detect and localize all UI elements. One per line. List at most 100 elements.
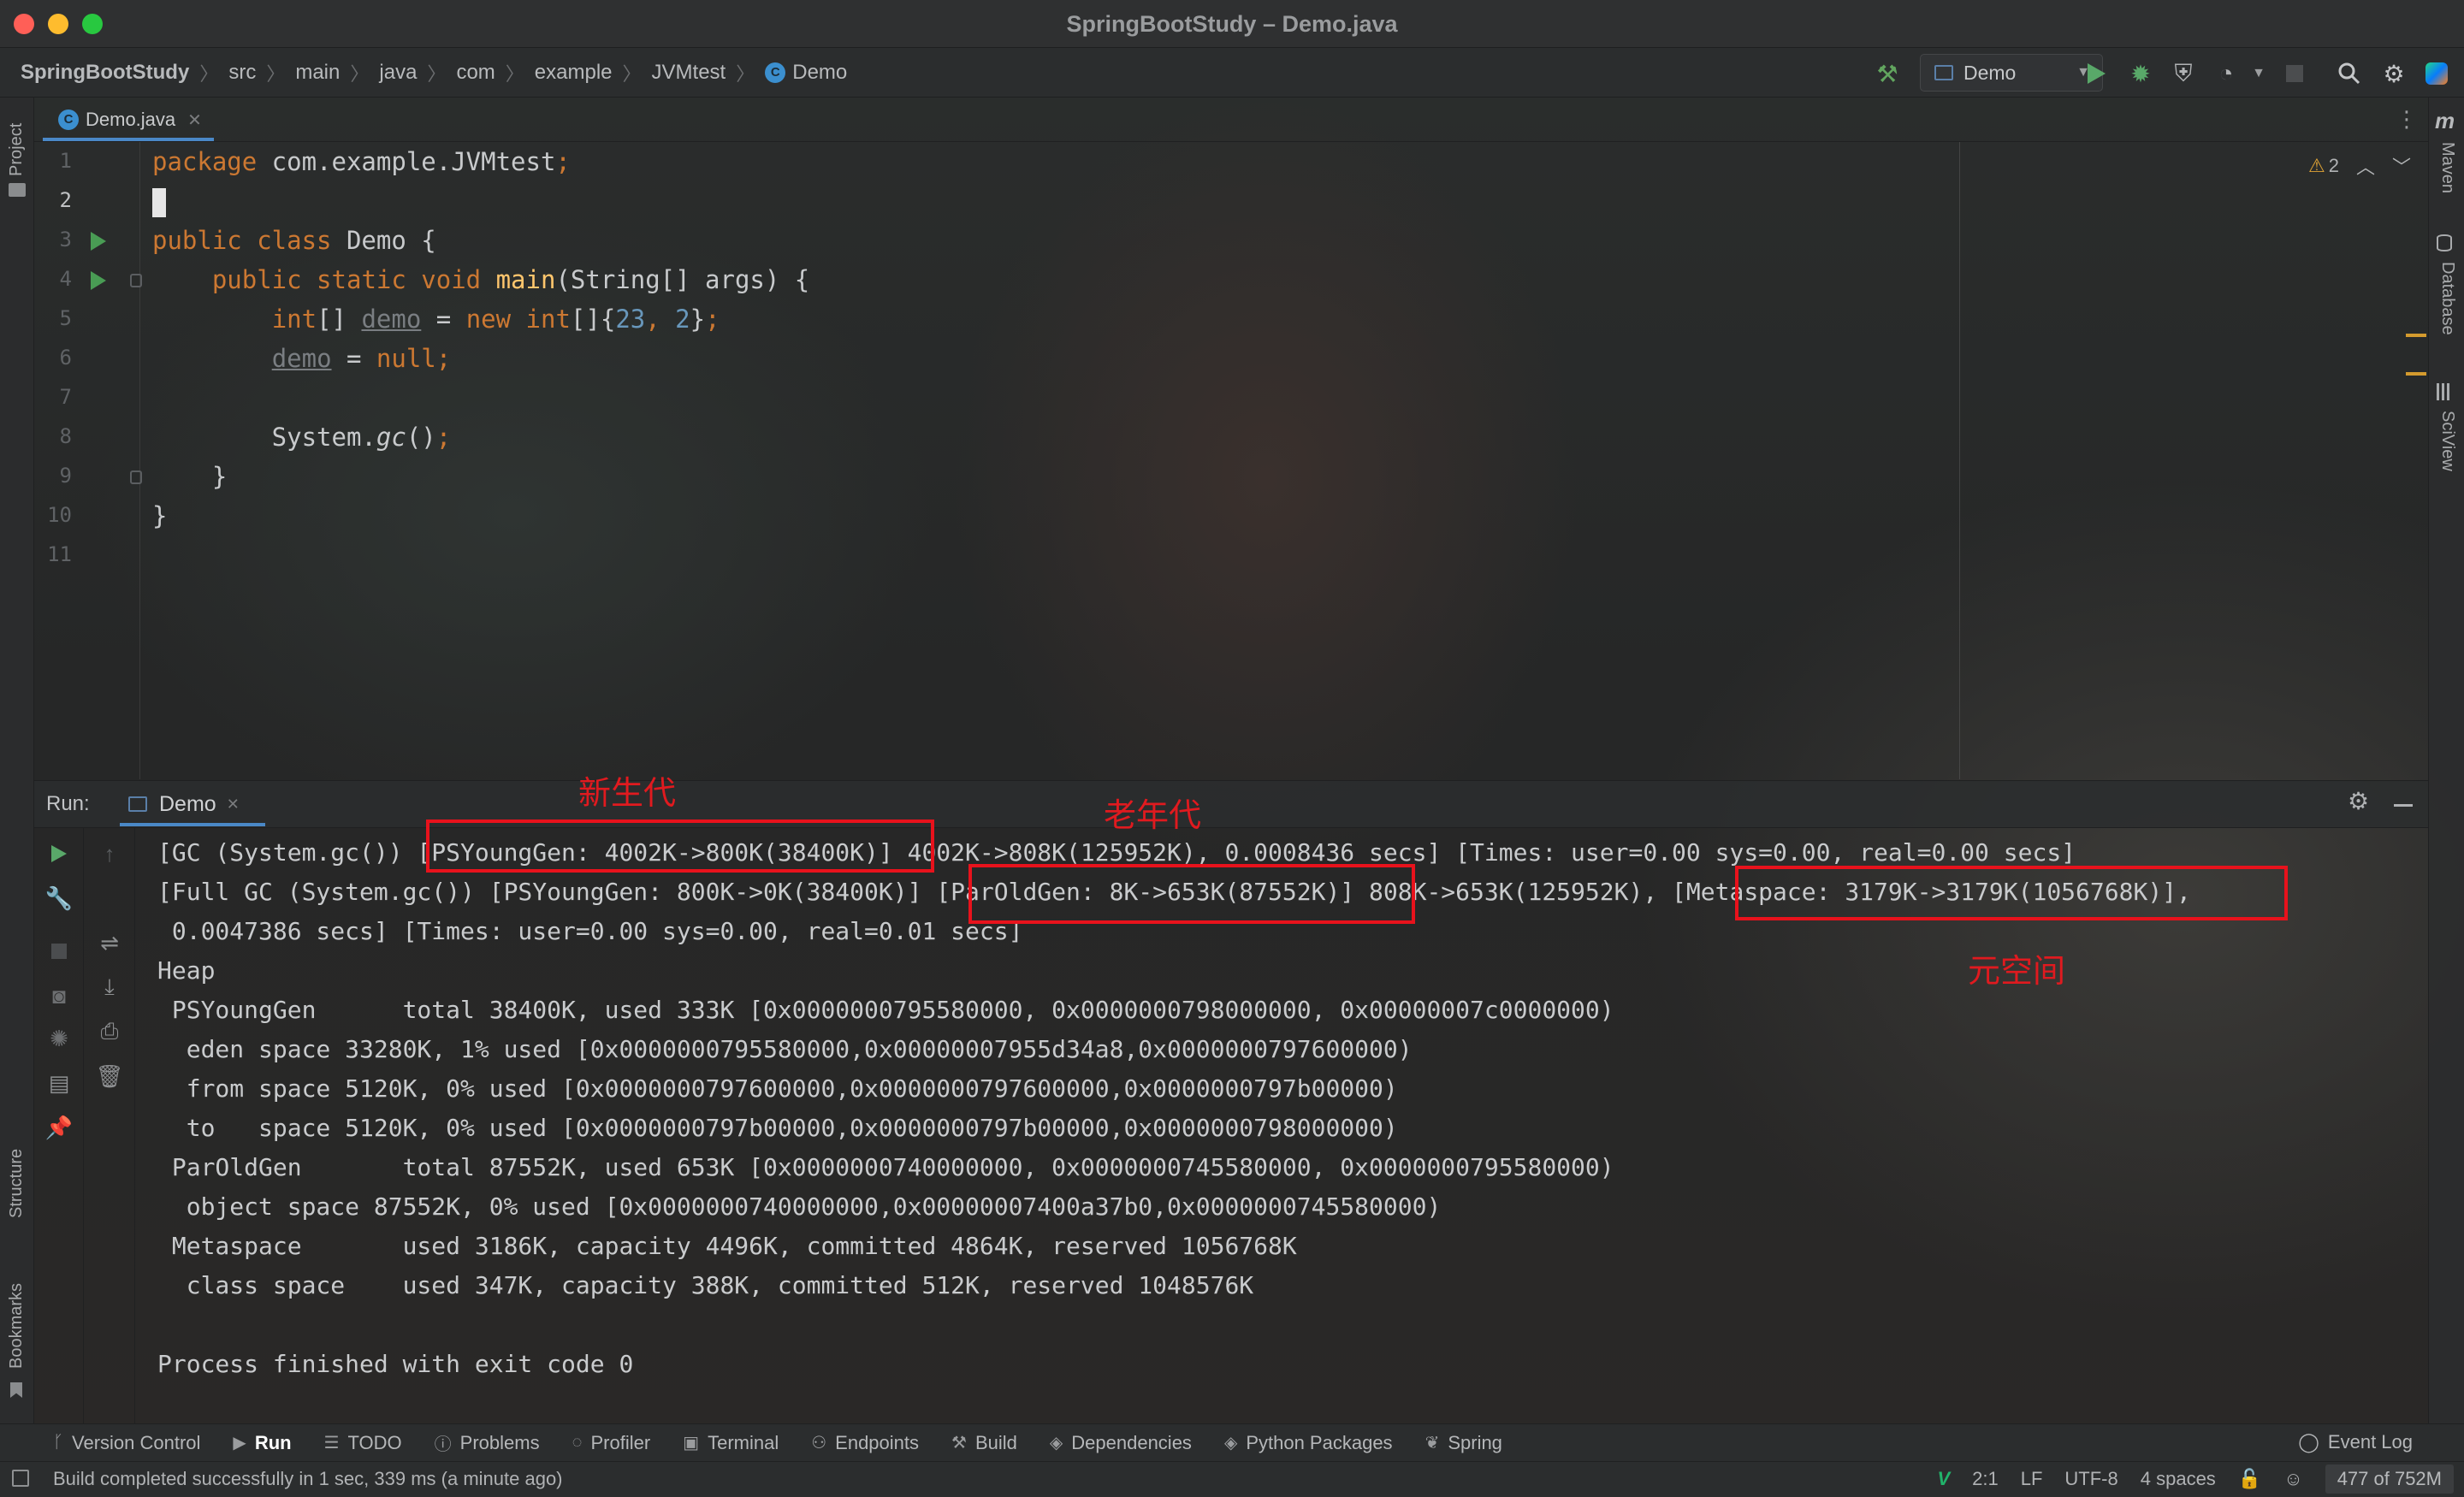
breadcrumb-src[interactable]: src (228, 61, 256, 85)
tool-window-dependencies[interactable]: ◈ Dependencies (1050, 1432, 1192, 1454)
editor-tab-bar (34, 98, 2428, 142)
speech-bubble-icon: ◯ (2298, 1431, 2319, 1453)
rerun-icon[interactable] (42, 837, 76, 871)
warning-marker[interactable] (2406, 372, 2426, 376)
minimize-panel-icon[interactable] (2394, 804, 2413, 807)
camera-icon[interactable]: ◙ (42, 979, 76, 1013)
memory-indicator[interactable]: 477 of 752M (2325, 1464, 2454, 1494)
tool-window-profiler[interactable]: ◌ Profiler (572, 1432, 651, 1454)
event-log-button[interactable]: ◯ Event Log (2298, 1423, 2413, 1461)
tool-window-problems[interactable]: ⓘ Problems (435, 1430, 540, 1455)
jetbrains-icon[interactable] (2420, 56, 2454, 91)
breadcrumb-com[interactable]: com (456, 61, 495, 85)
line-separator[interactable]: LF (2021, 1468, 2043, 1490)
file-encoding[interactable]: UTF-8 (2064, 1468, 2118, 1490)
console-line: ParOldGen total 87552K, used 653K [0x000… (157, 1153, 1614, 1181)
tool-window-todo[interactable]: ☰ TODO (324, 1432, 402, 1454)
warning-marker[interactable] (2406, 334, 2426, 337)
breadcrumb-demo[interactable]: Demo (765, 61, 847, 85)
code-line-9[interactable]: } (152, 462, 227, 491)
pin-icon[interactable]: 📌 (42, 1110, 76, 1145)
sciview-icon (2437, 383, 2452, 400)
layout-icon[interactable]: ▤ (42, 1066, 76, 1100)
lock-icon[interactable]: 🔓 (2238, 1468, 2261, 1490)
stop-icon[interactable] (42, 934, 76, 968)
coverage-icon[interactable]: ⛨ (2166, 56, 2200, 91)
tool-window-label: Dependencies (1071, 1431, 1192, 1453)
tool-window-run[interactable]: ▶ Run (233, 1432, 291, 1454)
run-tab-demo[interactable]: Demo ✕ (128, 780, 240, 828)
run-main-gutter-icon[interactable] (91, 271, 106, 290)
code-line-4[interactable]: public static void main(String[] args) { (152, 265, 809, 294)
trash-icon[interactable]: 🗑 (92, 1059, 127, 1093)
search-icon[interactable] (2332, 56, 2366, 91)
code-line-5[interactable]: int[] demo = new int[]{23, 2}; (152, 305, 720, 334)
exit-icon[interactable]: ✺ (42, 1021, 76, 1056)
tool-window-terminal[interactable]: ▣ Terminal (683, 1432, 779, 1454)
print-icon[interactable]: ⎙ (92, 1015, 127, 1049)
database-tool-button[interactable]: Database (2437, 262, 2457, 335)
metaspace-annotation: 元空间 (1968, 952, 2066, 990)
tool-window-endpoints[interactable]: ⚇ Endpoints (811, 1432, 919, 1454)
code-line-3[interactable]: public class Demo { (152, 226, 436, 255)
toggle-tool-windows-icon[interactable] (12, 1470, 29, 1487)
tool-window-label: Run (254, 1431, 292, 1453)
breadcrumb-main[interactable]: main (295, 61, 340, 85)
structure-tool-button[interactable]: Structure (7, 1149, 27, 1218)
maven-icon: m (2435, 108, 2455, 133)
scroll-to-end-icon[interactable]: ⤓ (92, 970, 127, 1004)
more-options-icon[interactable]: ⋮ (2396, 106, 2418, 133)
run-class-gutter-icon[interactable] (91, 232, 106, 251)
code-line-8[interactable]: System.gc(); (152, 423, 452, 452)
debug-icon[interactable]: ✹ (2123, 56, 2158, 91)
breadcrumb-example[interactable]: example (535, 61, 613, 85)
stop-icon[interactable] (2277, 56, 2312, 91)
project-tool-button[interactable]: Project (7, 123, 27, 176)
run-toolbar-primary: 🔧 ◙ ✺ ▤ 📌 (34, 828, 84, 1423)
breadcrumb-java[interactable]: java (379, 61, 417, 85)
tool-window-python-packages[interactable]: ◈ Python Packages (1224, 1432, 1393, 1454)
fold-icon[interactable] (130, 470, 142, 484)
database-icon (2437, 234, 2452, 251)
editor-tab-demo-java[interactable]: Demo.java ✕ (48, 98, 212, 142)
run-configuration-select[interactable]: Demo ▼ (1920, 54, 2103, 92)
indent-setting[interactable]: 4 spaces (2141, 1468, 2216, 1490)
hammer-build-icon[interactable]: ⚒ (1870, 56, 1904, 91)
breadcrumb-project[interactable]: SpringBootStudy (0, 61, 189, 85)
maven-tool-button[interactable]: Maven (2437, 142, 2457, 193)
inspection-profile-icon[interactable]: ☺ (2283, 1468, 2302, 1490)
bookmarks-tool-button[interactable]: Bookmarks (7, 1283, 27, 1369)
breadcrumb-demo-label: Demo (792, 60, 848, 84)
chevron-up-icon[interactable]: ︿ (2356, 152, 2375, 180)
soft-wrap-icon[interactable]: ⇌ (92, 926, 127, 960)
line-number: 4 (59, 267, 72, 291)
breadcrumb-jvmtest[interactable]: JVMtest (652, 61, 726, 85)
tool-window-label: Terminal (708, 1431, 779, 1453)
close-icon[interactable]: ✕ (187, 109, 202, 131)
close-icon[interactable]: ✕ (227, 796, 240, 814)
fold-icon[interactable] (130, 274, 142, 287)
chevron-down-icon[interactable]: ﹀ (2392, 152, 2411, 180)
chevron-down-icon[interactable]: ▼ (2242, 56, 2276, 91)
code-line-10[interactable]: } (152, 501, 167, 530)
cursor-position[interactable]: 2:1 (1972, 1468, 1999, 1490)
status-message[interactable]: Build completed successfully in 1 sec, 3… (53, 1461, 563, 1497)
run-icon[interactable] (2079, 56, 2113, 91)
warnings-indicator[interactable]: ⚠ 2 ︿ ﹀ (2308, 152, 2411, 180)
sciview-tool-button[interactable]: SciView (2437, 411, 2457, 471)
wrench-icon[interactable]: 🔧 (42, 881, 76, 915)
text-cursor (152, 188, 166, 217)
code-line-1[interactable]: package com.example.JVMtest; (152, 147, 571, 176)
console-line: from space 5120K, 0% used [0x00000007976… (157, 1074, 1398, 1103)
tool-window-build[interactable]: ⚒ Build (951, 1432, 1017, 1454)
profile-icon[interactable]: ◔ (2209, 56, 2243, 91)
tool-window-spring[interactable]: ❦ Spring (1425, 1432, 1502, 1454)
chevron-right-icon: 〉 (266, 62, 286, 85)
tool-window-version-control[interactable]: ᚴ Version Control (53, 1432, 200, 1454)
settings-icon[interactable]: ⚙ (2377, 56, 2411, 91)
settings-icon[interactable]: ⚙ (2348, 787, 2369, 815)
code-line-6[interactable]: demo = null; (152, 344, 452, 373)
vim-icon[interactable]: V (1937, 1468, 1950, 1490)
arrow-up-icon[interactable]: ↑ (92, 837, 127, 871)
warning-icon: ⚠ (2308, 155, 2325, 176)
